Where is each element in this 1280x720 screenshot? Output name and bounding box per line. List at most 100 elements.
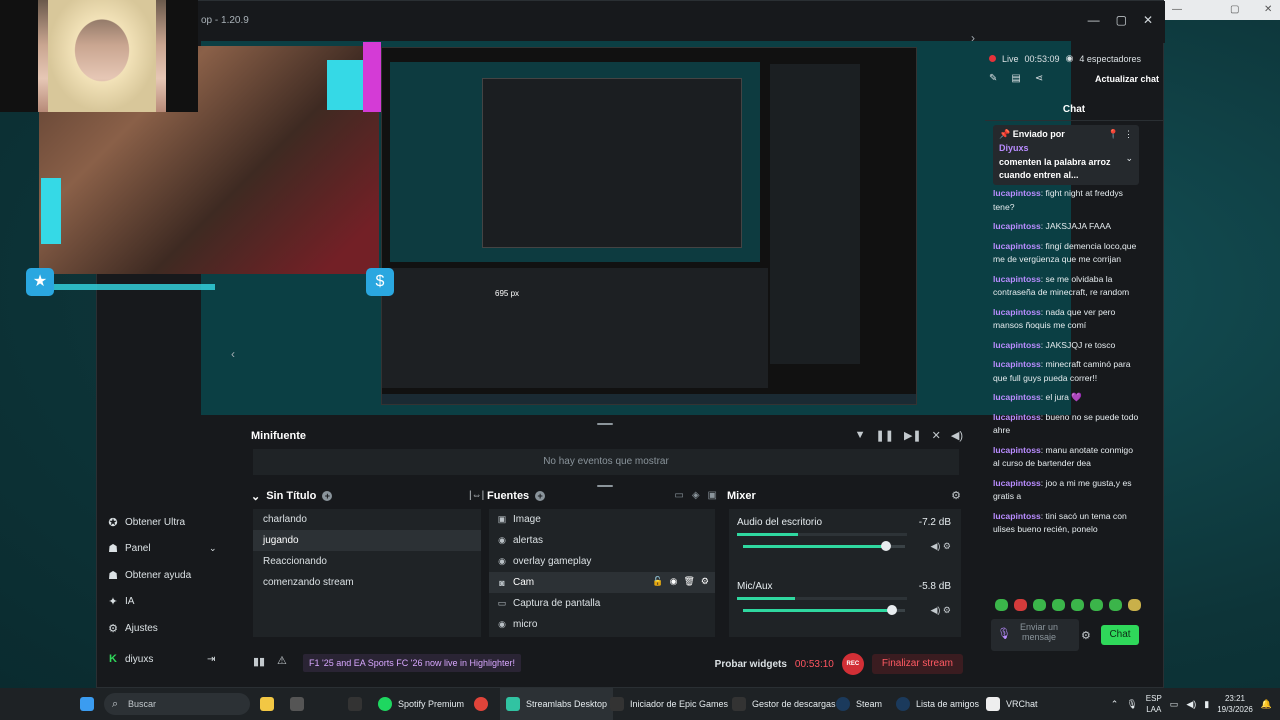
maximize-icon[interactable]: ▢ [1230,4,1239,15]
taskbar-download-manager[interactable]: Gestor de descargas [732,688,836,720]
gear-icon[interactable]: ⚙ [1081,629,1091,642]
sidebar-item-user[interactable]: K diyuxs ⇥ [107,653,215,665]
folder-icon[interactable]: ▭ [674,490,683,501]
eye-icon[interactable]: ◉ [670,576,678,587]
epic-icon[interactable] [348,688,362,720]
source-item[interactable]: ▣ Image [489,509,715,530]
notification-icon[interactable]: 🔔 [1261,699,1272,710]
source-item[interactable]: ◙ Cam 🔓 ◉ 🗑 ⚙ [489,572,715,593]
taskbar-search[interactable]: ⌕ Buscar [104,693,250,715]
chat-username[interactable]: lucapintoss [993,392,1041,402]
chat-username[interactable]: lucapintoss [993,274,1041,284]
emote-icon[interactable] [1128,599,1141,611]
emote-icon[interactable] [1033,599,1046,611]
logout-icon[interactable]: ⇥ [207,654,215,665]
collapse-right-icon[interactable]: › [971,31,975,45]
chat-input[interactable]: 🎙 Enviar un mensaje [991,619,1079,651]
volume-icon[interactable]: ◀) [930,541,940,551]
taskbar-streamlabs[interactable]: Streamlabs Desktop [500,688,614,720]
taskbar-spotify[interactable]: Spotify Premium [378,688,464,720]
chat-username[interactable]: lucapintoss [993,188,1041,198]
new-folder-icon[interactable]: ▣ [708,490,717,501]
end-stream-button[interactable]: Finalizar stream [871,654,963,674]
mic-icon[interactable]: 🎙 [997,629,1011,640]
pause-icon[interactable]: ❚❚ [876,429,894,442]
chat-username[interactable]: lucapintoss [993,307,1041,317]
source-item[interactable]: ▭ Captura de pantalla [489,593,715,614]
chat-username[interactable]: lucapintoss [993,359,1041,369]
sidebar-item-ai[interactable]: ✦ IA [107,595,134,608]
chat-username[interactable]: lucapintoss [993,511,1041,521]
lock-icon[interactable]: 🔓 [652,576,663,587]
emote-icon[interactable] [1014,599,1027,611]
gear-icon[interactable]: ⚙ [701,576,709,587]
scene-item[interactable]: Reaccionando [253,551,481,572]
trash-icon[interactable]: 🗑 [683,576,694,587]
close-icon[interactable]: ✕ [1264,4,1272,15]
chevron-up-icon[interactable]: ⌃ [1111,699,1119,710]
minimize-icon[interactable]: — [1172,4,1182,15]
chrome-icon[interactable] [474,688,488,720]
add-source-icon[interactable]: + [535,491,546,501]
mic-icon[interactable]: 🎙 [1126,699,1137,710]
volume-icon[interactable]: ◀) [1186,699,1196,710]
rec-button[interactable]: REC [841,653,864,675]
edit-icon[interactable]: ✎ [989,73,997,84]
volume-knob[interactable] [887,605,898,615]
emote-icon[interactable] [995,599,1008,611]
gear-icon[interactable]: ⚙ [951,489,961,502]
chevron-down-icon[interactable]: ⌄ [251,490,260,503]
gear-icon[interactable]: ⚙ [943,541,951,551]
taskbar-vrchat[interactable]: VRChat [986,688,1038,720]
taskbar-steam[interactable]: Steam [836,688,882,720]
app-icon[interactable] [290,688,304,720]
source-item[interactable]: ◉ overlay gameplay [489,551,715,572]
file-explorer-icon[interactable] [260,688,274,720]
skip-icon[interactable]: ▶❚ [904,429,922,442]
battery-icon[interactable]: ▮ [1204,699,1209,710]
highlighter-notice[interactable]: F1 '25 and EA Sports FC '26 now live in … [303,654,522,672]
chat-username[interactable]: lucapintoss [993,340,1041,350]
collapse-left-icon[interactable]: ‹ [231,347,235,361]
maximize-icon[interactable]: ▢ [1116,13,1127,27]
scene-item[interactable]: jugando [253,530,481,551]
chevron-down-icon[interactable]: ⌄ [1125,153,1133,164]
add-scene-icon[interactable]: + [322,491,333,501]
taskbar-friends[interactable]: Lista de amigos [896,688,979,720]
sidebar-item-settings[interactable]: ⚙ Ajustes [107,622,158,635]
emote-icon[interactable] [1090,599,1103,611]
minimize-icon[interactable]: — [1088,13,1100,27]
network-icon[interactable]: ▭ [1170,699,1179,710]
sidebar-item-ultra[interactable]: ✪ Obtener Ultra [107,516,185,529]
chat-username[interactable]: lucapintoss [993,445,1041,455]
stats-icon[interactable]: ▮▮ [253,655,265,668]
chat-username[interactable]: lucapintoss [993,241,1041,251]
mute-notifications-icon[interactable]: ✕ [932,429,941,442]
chat-username[interactable]: lucapintoss [993,412,1041,422]
test-widgets-button[interactable]: Probar widgets [715,659,787,670]
sidebar-item-panel[interactable]: ☗ Panel ⌄ [107,542,216,555]
filter-icon[interactable]: ▼ [855,429,866,442]
alert-icon[interactable]: ⚠ [277,654,287,667]
transition-icon[interactable]: |⇔| [469,490,484,501]
volume-slider[interactable] [743,541,905,551]
more-icon[interactable]: ⋮ [1124,129,1133,140]
close-icon[interactable]: ✕ [1143,13,1153,27]
gear-icon[interactable]: ⚙ [943,605,951,615]
volume-knob[interactable] [880,541,891,551]
taskbar-epic-launcher[interactable]: Iniciador de Epic Games [610,688,728,720]
update-chat-button[interactable]: Actualizar chat [1095,74,1159,84]
volume-icon[interactable]: ◀) [930,605,940,615]
scene-collection-title[interactable]: Sin Título [266,490,316,502]
popout-icon[interactable]: ▤ [1011,73,1020,84]
chat-username[interactable]: lucapintoss [993,478,1041,488]
source-item[interactable]: ◉ alertas [489,530,715,551]
share-icon[interactable]: ⋖ [1035,73,1043,84]
scene-item[interactable]: comenzando stream [253,572,481,593]
unpin-icon[interactable]: 📍 [1108,129,1119,140]
scene-item[interactable]: charlando [253,509,481,530]
source-item[interactable]: ◉ micro [489,614,715,635]
language-indicator[interactable]: ESP LAA [1146,693,1162,715]
volume-icon[interactable]: ◀) [951,429,963,442]
send-chat-button[interactable]: Chat [1101,625,1139,645]
